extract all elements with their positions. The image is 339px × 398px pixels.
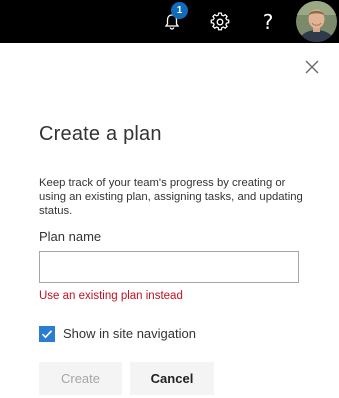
close-icon [305,60,319,74]
suite-header: 1 ? [0,0,339,43]
plan-name-label: Plan name [39,229,102,244]
create-button[interactable]: Create [39,362,122,395]
settings-button[interactable] [200,0,240,43]
gear-icon [210,12,230,30]
plan-name-input[interactable] [39,251,299,283]
help-icon: ? [262,9,274,34]
help-button[interactable]: ? [248,0,288,43]
close-button[interactable] [301,56,323,78]
avatar[interactable] [296,1,337,42]
use-existing-plan-link[interactable]: Use an existing plan instead [39,290,183,302]
cancel-button[interactable]: Cancel [130,362,214,395]
notification-count-badge: 1 [171,2,188,19]
show-in-navigation-checkbox[interactable] [39,326,55,342]
panel-title: Create a plan [39,123,162,145]
panel-description: Keep track of your team's progress by cr… [39,177,303,217]
profile-photo [296,1,337,42]
show-in-navigation-label[interactable]: Show in site navigation [63,326,196,341]
checkmark-icon [41,330,53,339]
